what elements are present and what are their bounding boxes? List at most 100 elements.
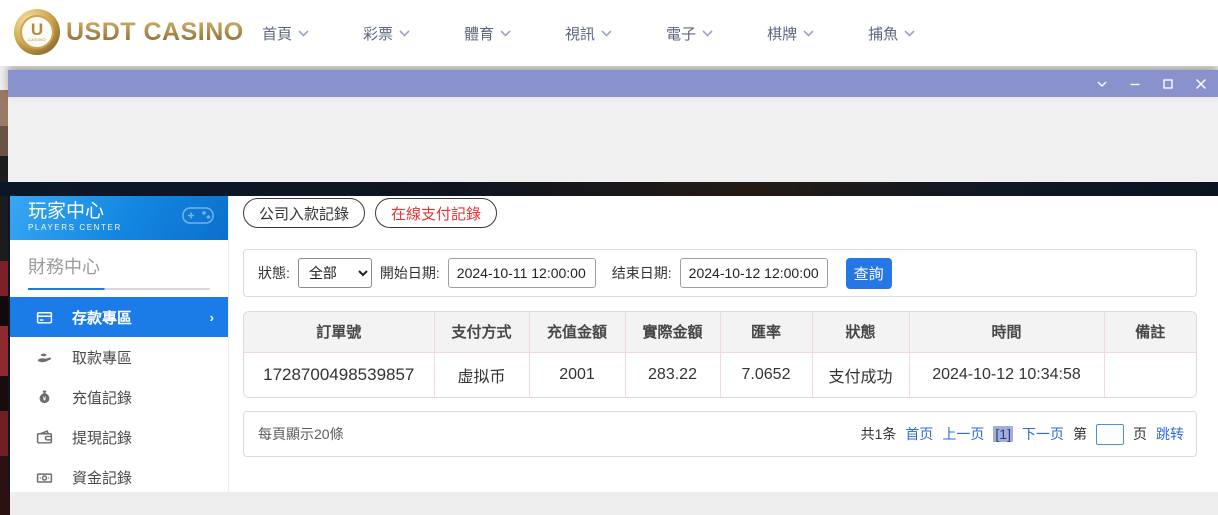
app-root: U CASINO USDT CASINO 首頁 彩票 體育 視訊 電子 棋牌 捕… [0, 0, 1218, 515]
player-center-panel: 玩家中心 PLAYERS CENTER 財務中心 存款專區 › 取款專區 ¥ 充… [10, 196, 1218, 492]
window-controls [1095, 70, 1208, 97]
modal-empty-area [8, 97, 1218, 182]
nav-label: 彩票 [363, 25, 394, 43]
chevron-down-icon [298, 29, 309, 37]
status-select[interactable]: 全部 [297, 258, 372, 288]
records-table: 訂單號 支付方式 充值金額 實際金額 匯率 狀態 時間 備註 172870049 [243, 311, 1197, 398]
site-header: U CASINO USDT CASINO 首頁 彩票 體育 視訊 電子 棋牌 捕… [0, 0, 1218, 66]
jump-page-input[interactable] [1096, 423, 1124, 445]
col-time: 時間 [909, 312, 1105, 353]
coin-logo-icon: U CASINO [14, 9, 60, 55]
pagination-controls: 共1条 首页 上一页 [1] 下一页 第 页 跳转 [860, 423, 1184, 445]
chevron-down-icon [702, 29, 713, 37]
sidebar-menu: 存款專區 › 取款專區 ¥ 充值記錄 提現記錄 資金記錄 [10, 297, 228, 497]
sidebar-item-label: 資金記錄 [72, 469, 133, 487]
filter-bar: 狀態: 全部 開始日期: 结束日期: 查詢 [243, 249, 1197, 297]
nav-label: 棋牌 [767, 25, 798, 43]
nav-item-chess[interactable]: 棋牌 [767, 23, 814, 44]
banknote-icon [36, 468, 54, 486]
main-nav: 首頁 彩票 體育 視訊 電子 棋牌 捕魚 [262, 0, 915, 66]
chevron-down-icon [803, 29, 814, 37]
bottom-gray-strip [10, 492, 1218, 515]
chevron-right-icon: › [209, 309, 214, 325]
wallet-icon [36, 428, 54, 446]
bank-card-icon [36, 308, 54, 326]
sidebar: 玩家中心 PLAYERS CENTER 財務中心 存款專區 › 取款專區 ¥ 充… [10, 196, 229, 492]
dark-divider-band [0, 182, 1218, 196]
money-bag-icon: ¥ [36, 388, 54, 406]
brand-logo[interactable]: U CASINO USDT CASINO [14, 9, 244, 55]
sidebar-item-label: 取款專區 [72, 349, 133, 367]
col-status: 狀態 [812, 312, 910, 353]
chevron-down-icon [399, 29, 410, 37]
close-icon[interactable] [1194, 77, 1208, 91]
hand-coin-icon [36, 348, 54, 366]
sidebar-item-withdraw-zone[interactable]: 取款專區 [10, 337, 228, 377]
jump-button[interactable]: 跳转 [1156, 424, 1184, 444]
tab-online-payment-records[interactable]: 在線支付記錄 [375, 198, 498, 228]
sidebar-item-label: 提現記錄 [72, 429, 133, 447]
nav-label: 首頁 [262, 25, 293, 43]
nav-label: 電子 [666, 25, 697, 43]
prev-page-link[interactable]: 上一页 [942, 424, 984, 444]
brand-name: USDT CASINO [66, 17, 244, 46]
main-content: 公司入款記錄 在線支付記錄 狀態: 全部 開始日期: 结束日期: 查詢 [229, 196, 1218, 492]
nav-label: 捕魚 [868, 25, 899, 43]
nav-item-sports[interactable]: 體育 [464, 23, 511, 44]
page-size-text: 每頁顯示20條 [258, 426, 344, 442]
cell-actual-amount: 283.22 [625, 352, 721, 397]
col-actual-amount: 實際金額 [625, 312, 721, 353]
nav-label: 體育 [464, 25, 495, 43]
nav-item-lottery[interactable]: 彩票 [363, 23, 410, 44]
col-exchange-rate: 匯率 [720, 312, 813, 353]
window-titlebar[interactable] [8, 70, 1218, 97]
sidebar-item-withdrawal-records[interactable]: 提現記錄 [10, 417, 228, 457]
sidebar-header: 玩家中心 PLAYERS CENTER [10, 196, 228, 240]
next-page-link[interactable]: 下一页 [1022, 424, 1064, 444]
sidebar-section-underline [28, 288, 210, 290]
cell-status: 支付成功 [812, 352, 910, 397]
col-pay-method: 支付方式 [434, 312, 530, 353]
pagination-bar: 每頁顯示20條 共1条 首页 上一页 [1] 下一页 第 页 跳转 [243, 411, 1197, 457]
nav-item-video[interactable]: 視訊 [565, 23, 612, 44]
current-page-indicator: [1] [993, 426, 1013, 442]
chevron-down-icon [601, 29, 612, 37]
record-tabs: 公司入款記錄 在線支付記錄 [243, 198, 1197, 228]
col-order-no: 訂單號 [244, 312, 435, 353]
collapse-icon[interactable] [1095, 77, 1109, 91]
total-count-text: 共1条 [860, 426, 897, 442]
table-header-row: 訂單號 支付方式 充值金額 實際金額 匯率 狀態 時間 備註 [244, 312, 1196, 353]
sidebar-section-title: 財務中心 [28, 257, 100, 277]
nav-item-home[interactable]: 首頁 [262, 23, 309, 44]
sidebar-item-deposit-zone[interactable]: 存款專區 › [10, 297, 228, 337]
end-date-label: 结束日期: [611, 265, 672, 281]
first-page-link[interactable]: 首页 [905, 424, 933, 444]
sidebar-item-label: 充值記錄 [72, 389, 133, 407]
cell-time: 2024-10-12 10:34:58 [909, 352, 1105, 397]
coin-letter: U [30, 20, 44, 39]
nav-item-fishing[interactable]: 捕魚 [868, 23, 915, 44]
maximize-icon[interactable] [1161, 77, 1175, 91]
nav-label: 視訊 [565, 25, 596, 43]
minimize-icon[interactable] [1128, 77, 1142, 91]
nav-item-slots[interactable]: 電子 [666, 23, 713, 44]
cell-exchange-rate: 7.0652 [720, 352, 813, 397]
cell-pay-method: 虚拟币 [434, 352, 530, 397]
start-date-input[interactable] [447, 258, 596, 288]
sidebar-item-recharge-records[interactable]: ¥ 充值記錄 [10, 377, 228, 417]
cell-remark [1104, 352, 1196, 397]
sidebar-section: 財務中心 [10, 240, 228, 290]
cell-recharge-amount: 2001 [529, 352, 626, 397]
sidebar-item-label: 存款專區 [72, 309, 133, 327]
jump-prefix-label: 第 [1073, 426, 1087, 442]
chevron-down-icon [904, 29, 915, 37]
search-button[interactable]: 查詢 [845, 257, 892, 289]
coin-sub-label: CASINO [27, 37, 47, 42]
sidebar-item-funds-records[interactable]: 資金記錄 [10, 457, 228, 497]
chevron-down-icon [500, 29, 511, 37]
col-remark: 備註 [1104, 312, 1196, 353]
tab-company-deposit-records[interactable]: 公司入款記錄 [243, 198, 366, 228]
col-recharge-amount: 充值金額 [529, 312, 626, 353]
end-date-input[interactable] [679, 258, 828, 288]
gamepad-icon [182, 207, 214, 224]
